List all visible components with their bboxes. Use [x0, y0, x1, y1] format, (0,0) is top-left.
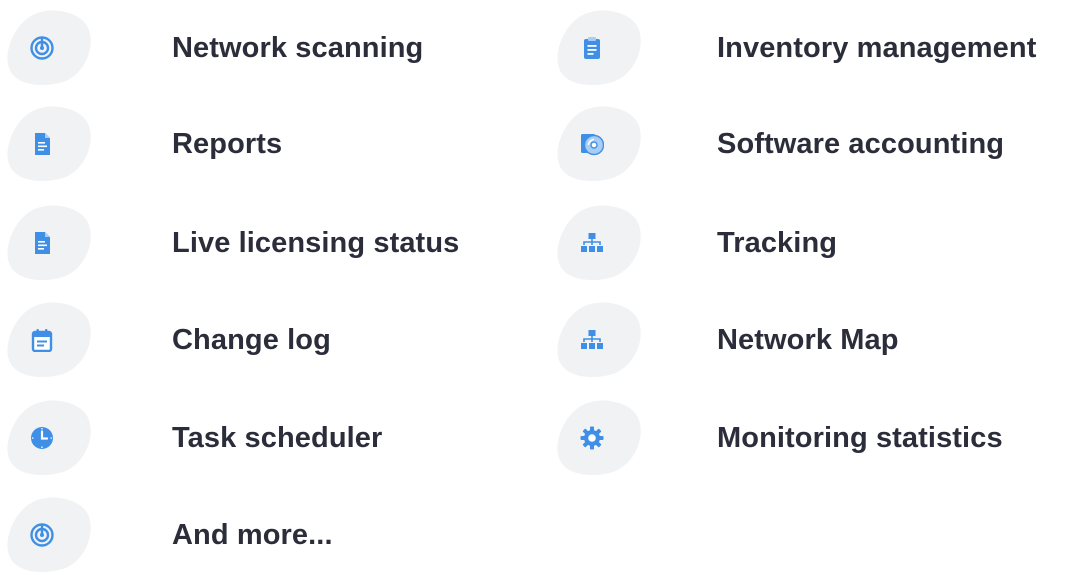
feature-label: Software accounting	[717, 128, 1005, 160]
feature-label: Task scheduler	[172, 422, 383, 454]
document-icon	[35, 232, 50, 254]
hierarchy-icon	[581, 330, 603, 349]
radar-icon	[30, 36, 54, 60]
icon-badge	[5, 8, 93, 88]
icon-badge	[5, 104, 93, 184]
radar-icon	[30, 523, 54, 547]
icon-badge	[555, 104, 643, 184]
feature-label: Inventory management	[717, 32, 1037, 64]
icon-badge	[5, 300, 93, 380]
icon-badge	[555, 203, 643, 283]
icon-badge	[555, 300, 643, 380]
feature-label: Tracking	[717, 227, 838, 259]
icon-badge	[555, 8, 643, 88]
icon-badge	[555, 398, 643, 478]
icon-badge	[5, 203, 93, 283]
clock-icon	[31, 427, 53, 449]
feature-label: Monitoring statistics	[717, 422, 1003, 454]
document-icon	[35, 133, 50, 155]
icon-badge	[5, 495, 93, 575]
calendar-icon	[31, 329, 53, 352]
feature-label: Reports	[172, 128, 283, 160]
icon-badge	[5, 398, 93, 478]
feature-label: Network scanning	[172, 32, 424, 64]
feature-label: Change log	[172, 324, 331, 356]
clipboard-icon	[584, 37, 600, 59]
feature-label: Live licensing status	[172, 227, 460, 259]
feature-label: And more...	[172, 519, 333, 551]
disc-icon	[581, 134, 604, 156]
hierarchy-icon	[581, 233, 603, 252]
gear-icon	[580, 426, 604, 450]
feature-label: Network Map	[717, 324, 899, 356]
